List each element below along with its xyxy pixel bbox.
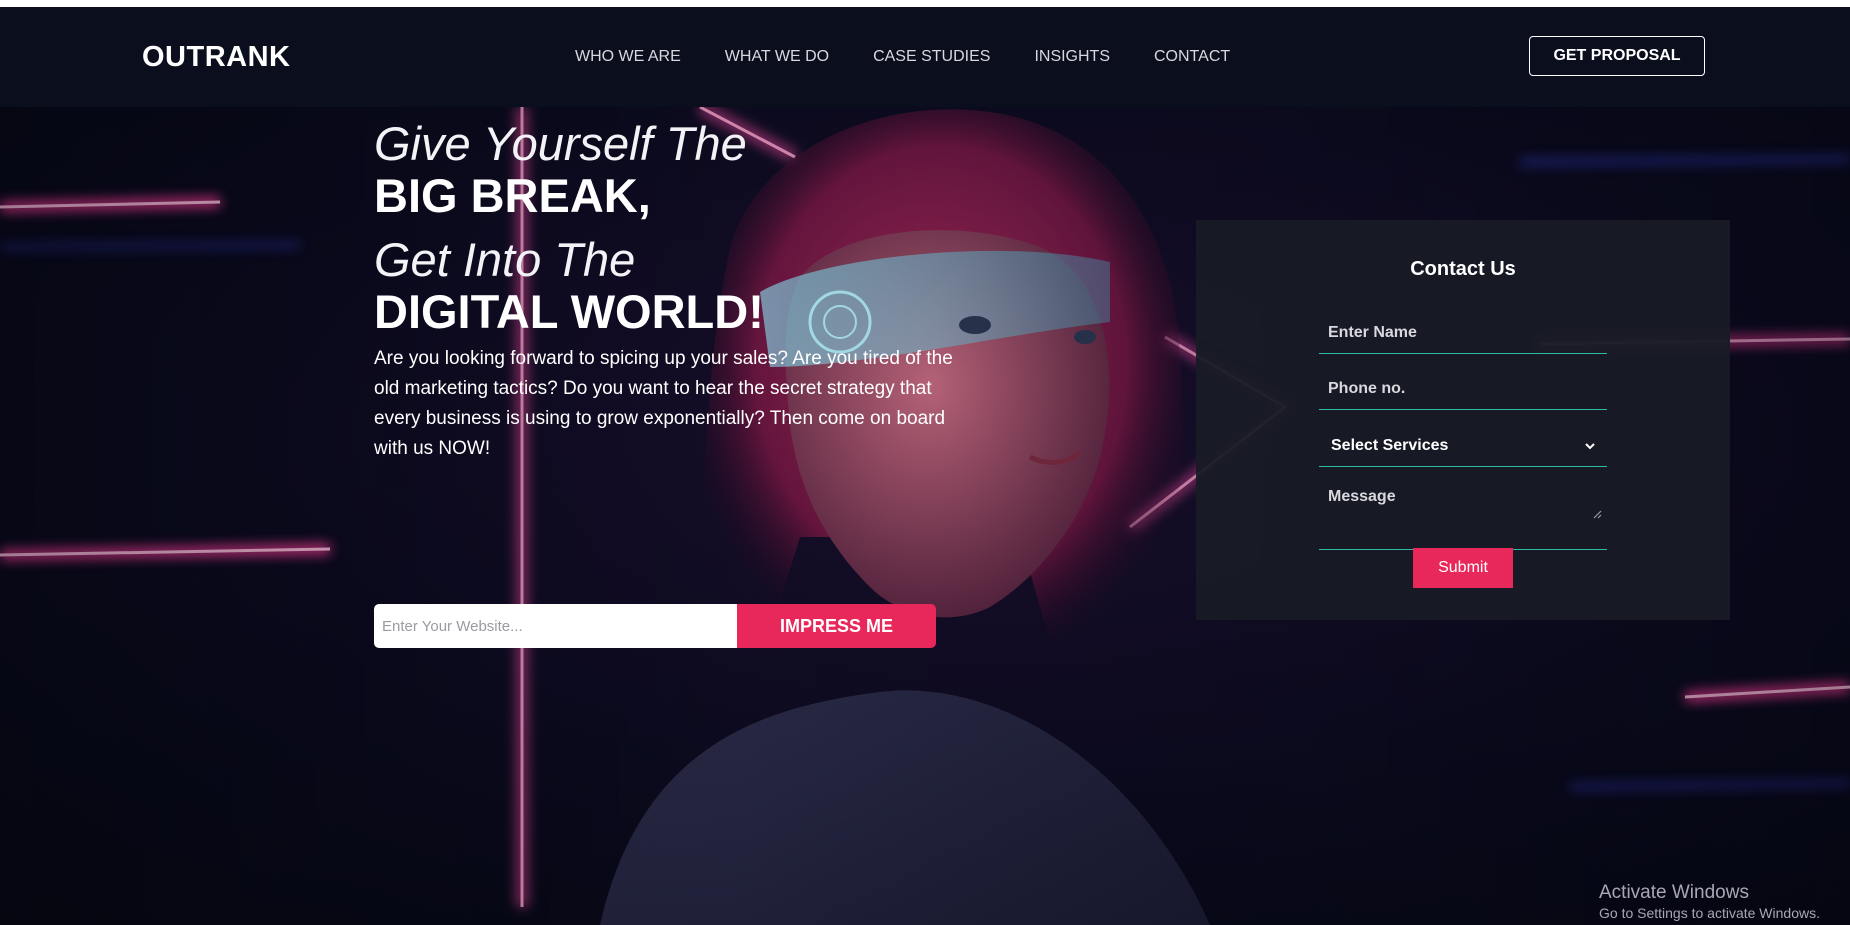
- nav-link-who-we-are[interactable]: WHO WE ARE: [575, 48, 681, 66]
- logo[interactable]: OUTRANK: [142, 41, 291, 74]
- watermark-title: Activate Windows: [1599, 882, 1749, 903]
- contact-form-card: Contact Us Select Services Submit: [1196, 220, 1730, 620]
- navbar: OUTRANK WHO WE ARE WHAT WE DO CASE STUDI…: [0, 7, 1850, 107]
- services-select[interactable]: Select Services: [1319, 425, 1607, 467]
- hero-heading-line-1: Give Yourself The: [374, 117, 747, 170]
- hero-intro-text: Are you looking forward to spicing up yo…: [374, 348, 953, 459]
- phone-field[interactable]: [1319, 368, 1607, 410]
- impress-me-button[interactable]: IMPRESS ME: [737, 604, 936, 648]
- top-edge-strip: [0, 0, 1850, 7]
- website-audit-form: IMPRESS ME: [374, 604, 936, 648]
- hero-heading-line-4: DIGITAL WORLD!: [374, 285, 764, 338]
- submit-button[interactable]: Submit: [1413, 548, 1513, 588]
- nav-link-insights[interactable]: INSIGHTS: [1034, 48, 1110, 66]
- name-field[interactable]: [1319, 312, 1607, 354]
- nav-links: WHO WE ARE WHAT WE DO CASE STUDIES INSIG…: [575, 48, 1230, 66]
- nav-link-contact[interactable]: CONTACT: [1154, 48, 1230, 66]
- hero-heading-line-2: BIG BREAK,: [374, 169, 651, 222]
- website-input[interactable]: [374, 604, 737, 648]
- hero-heading-line-3: Get Into The: [374, 233, 636, 286]
- nav-link-case-studies[interactable]: CASE STUDIES: [873, 48, 990, 66]
- watermark-subtitle: Go to Settings to activate Windows.: [1599, 905, 1820, 921]
- windows-activation-watermark: Activate Windows Go to Settings to activ…: [1599, 881, 1820, 922]
- get-proposal-button[interactable]: GET PROPOSAL: [1529, 36, 1705, 76]
- hero-copy: Give Yourself The BIG BREAK, Get Into Th…: [374, 118, 964, 464]
- resize-grip-icon[interactable]: [1593, 510, 1602, 519]
- chevron-down-icon: [1585, 442, 1595, 449]
- contact-form-title: Contact Us: [1410, 258, 1516, 280]
- nav-link-what-we-do[interactable]: WHAT WE DO: [725, 48, 829, 66]
- services-select-value: Select Services: [1331, 436, 1449, 454]
- message-field[interactable]: [1319, 480, 1607, 550]
